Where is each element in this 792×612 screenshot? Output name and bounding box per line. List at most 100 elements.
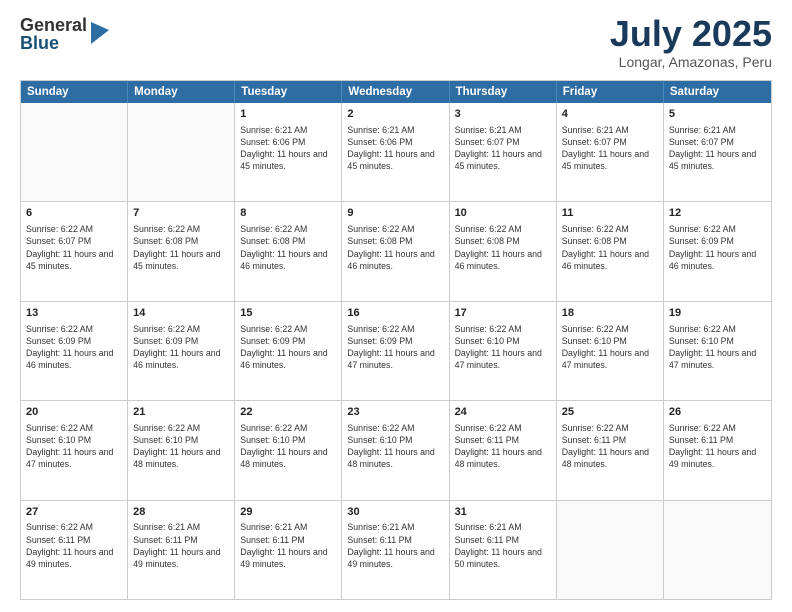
calendar-cell: 9Sunrise: 6:22 AMSunset: 6:08 PMDaylight… [342,202,449,300]
cell-text: Sunrise: 6:22 AM [562,323,658,335]
logo-icon [91,22,109,44]
calendar-cell: 19Sunrise: 6:22 AMSunset: 6:10 PMDayligh… [664,302,771,400]
day-number: 15 [240,306,336,321]
day-number: 4 [562,107,658,122]
title-block: July 2025 Longar, Amazonas, Peru [610,16,772,70]
cell-text: Daylight: 11 hours and 45 minutes. [26,248,122,272]
day-number: 25 [562,405,658,420]
day-number: 24 [455,405,551,420]
day-number: 18 [562,306,658,321]
cell-text: Daylight: 11 hours and 49 minutes. [347,546,443,570]
calendar-cell: 24Sunrise: 6:22 AMSunset: 6:11 PMDayligh… [450,401,557,499]
cell-text: Daylight: 11 hours and 45 minutes. [562,148,658,172]
calendar-cell: 14Sunrise: 6:22 AMSunset: 6:09 PMDayligh… [128,302,235,400]
day-number: 14 [133,306,229,321]
day-number: 29 [240,505,336,520]
cell-text: Daylight: 11 hours and 49 minutes. [26,546,122,570]
cell-text: Daylight: 11 hours and 46 minutes. [562,248,658,272]
cell-text: Daylight: 11 hours and 47 minutes. [669,347,766,371]
cell-text: Daylight: 11 hours and 46 minutes. [669,248,766,272]
cell-text: Daylight: 11 hours and 50 minutes. [455,546,551,570]
cell-text: Sunset: 6:10 PM [562,335,658,347]
cell-text: Daylight: 11 hours and 48 minutes. [133,446,229,470]
cell-text: Sunrise: 6:22 AM [562,223,658,235]
cell-text: Sunrise: 6:22 AM [26,323,122,335]
calendar-body: 1Sunrise: 6:21 AMSunset: 6:06 PMDaylight… [21,103,771,599]
cell-text: Sunset: 6:11 PM [455,534,551,546]
cell-text: Sunrise: 6:22 AM [26,223,122,235]
calendar: SundayMondayTuesdayWednesdayThursdayFrid… [20,80,772,600]
weekday-header: Saturday [664,81,771,103]
cell-text: Daylight: 11 hours and 47 minutes. [26,446,122,470]
cell-text: Sunset: 6:07 PM [26,235,122,247]
day-number: 19 [669,306,766,321]
calendar-header: SundayMondayTuesdayWednesdayThursdayFrid… [21,81,771,103]
cell-text: Daylight: 11 hours and 47 minutes. [455,347,551,371]
calendar-cell [128,103,235,201]
day-number: 28 [133,505,229,520]
day-number: 31 [455,505,551,520]
cell-text: Daylight: 11 hours and 45 minutes. [347,148,443,172]
cell-text: Sunrise: 6:21 AM [455,124,551,136]
calendar-cell: 8Sunrise: 6:22 AMSunset: 6:08 PMDaylight… [235,202,342,300]
calendar-cell: 28Sunrise: 6:21 AMSunset: 6:11 PMDayligh… [128,501,235,599]
calendar-cell: 25 Sunrise: 6:22 AMSunset: 6:11 PMDayligh… [557,401,664,499]
cell-text: Sunset: 6:10 PM [133,434,229,446]
cell-text: Sunset: 6:07 PM [455,136,551,148]
cell-text: Sunrise: 6:22 AM [240,223,336,235]
weekday-header: Wednesday [342,81,449,103]
cell-text: Sunset: 6:08 PM [347,235,443,247]
cell-text: Daylight: 11 hours and 48 minutes. [562,446,658,470]
cell-text: Sunrise: 6:22 AM [669,422,766,434]
calendar-cell: 18Sunrise: 6:22 AMSunset: 6:10 PMDayligh… [557,302,664,400]
calendar-cell: 16Sunrise: 6:22 AMSunset: 6:09 PMDayligh… [342,302,449,400]
calendar-row: 6Sunrise: 6:22 AMSunset: 6:07 PMDaylight… [21,201,771,300]
cell-text: Sunset: 6:09 PM [26,335,122,347]
day-number: 9 [347,206,443,221]
day-number: 26 [669,405,766,420]
calendar-cell: 26Sunrise: 6:22 AMSunset: 6:11 PMDayligh… [664,401,771,499]
calendar-cell [664,501,771,599]
calendar-cell: 6Sunrise: 6:22 AMSunset: 6:07 PMDaylight… [21,202,128,300]
cell-text: Sunrise: 6:21 AM [347,124,443,136]
cell-text: Sunrise: 6:22 AM [240,422,336,434]
calendar-cell: 7Sunrise: 6:22 AMSunset: 6:08 PMDaylight… [128,202,235,300]
cell-text: Sunset: 6:06 PM [347,136,443,148]
header: General Blue July 2025 Longar, Amazonas,… [20,16,772,70]
cell-text: Sunrise: 6:22 AM [562,422,658,434]
calendar-row: 1Sunrise: 6:21 AMSunset: 6:06 PMDaylight… [21,103,771,201]
cell-text: Sunrise: 6:21 AM [240,521,336,533]
cell-text: Daylight: 11 hours and 45 minutes. [133,248,229,272]
cell-text: Sunrise: 6:22 AM [26,422,122,434]
cell-text: Sunset: 6:07 PM [669,136,766,148]
calendar-cell [557,501,664,599]
day-number: 1 [240,107,336,122]
calendar-cell: 31Sunrise: 6:21 AMSunset: 6:11 PMDayligh… [450,501,557,599]
cell-text: Sunset: 6:10 PM [347,434,443,446]
day-number: 5 [669,107,766,122]
day-number: 21 [133,405,229,420]
cell-text: Sunset: 6:06 PM [240,136,336,148]
cell-text: Sunrise: 6:22 AM [347,323,443,335]
cell-text: Sunrise: 6:22 AM [455,422,551,434]
calendar-cell: 23Sunrise: 6:22 AMSunset: 6:10 PMDayligh… [342,401,449,499]
calendar-cell: 11Sunrise: 6:22 AMSunset: 6:08 PMDayligh… [557,202,664,300]
calendar-cell: 20Sunrise: 6:22 AMSunset: 6:10 PMDayligh… [21,401,128,499]
calendar-cell: 22Sunrise: 6:22 AMSunset: 6:10 PMDayligh… [235,401,342,499]
page: General Blue July 2025 Longar, Amazonas,… [0,0,792,612]
calendar-row: 13Sunrise: 6:22 AMSunset: 6:09 PMDayligh… [21,301,771,400]
day-number: 2 [347,107,443,122]
cell-text: Sunrise: 6:21 AM [347,521,443,533]
calendar-cell: 17Sunrise: 6:22 AMSunset: 6:10 PMDayligh… [450,302,557,400]
cell-text: Daylight: 11 hours and 45 minutes. [669,148,766,172]
cell-text: Sunrise: 6:21 AM [562,124,658,136]
cell-text: Sunset: 6:08 PM [562,235,658,247]
cell-text: Sunrise: 6:22 AM [133,223,229,235]
calendar-cell: 15Sunrise: 6:22 AMSunset: 6:09 PMDayligh… [235,302,342,400]
cell-text: Daylight: 11 hours and 46 minutes. [133,347,229,371]
cell-text: Sunrise: 6:22 AM [133,323,229,335]
cell-text: Daylight: 11 hours and 46 minutes. [240,248,336,272]
calendar-cell: 30Sunrise: 6:21 AMSunset: 6:11 PMDayligh… [342,501,449,599]
cell-text: Daylight: 11 hours and 47 minutes. [347,347,443,371]
cell-text: Sunset: 6:11 PM [562,434,658,446]
